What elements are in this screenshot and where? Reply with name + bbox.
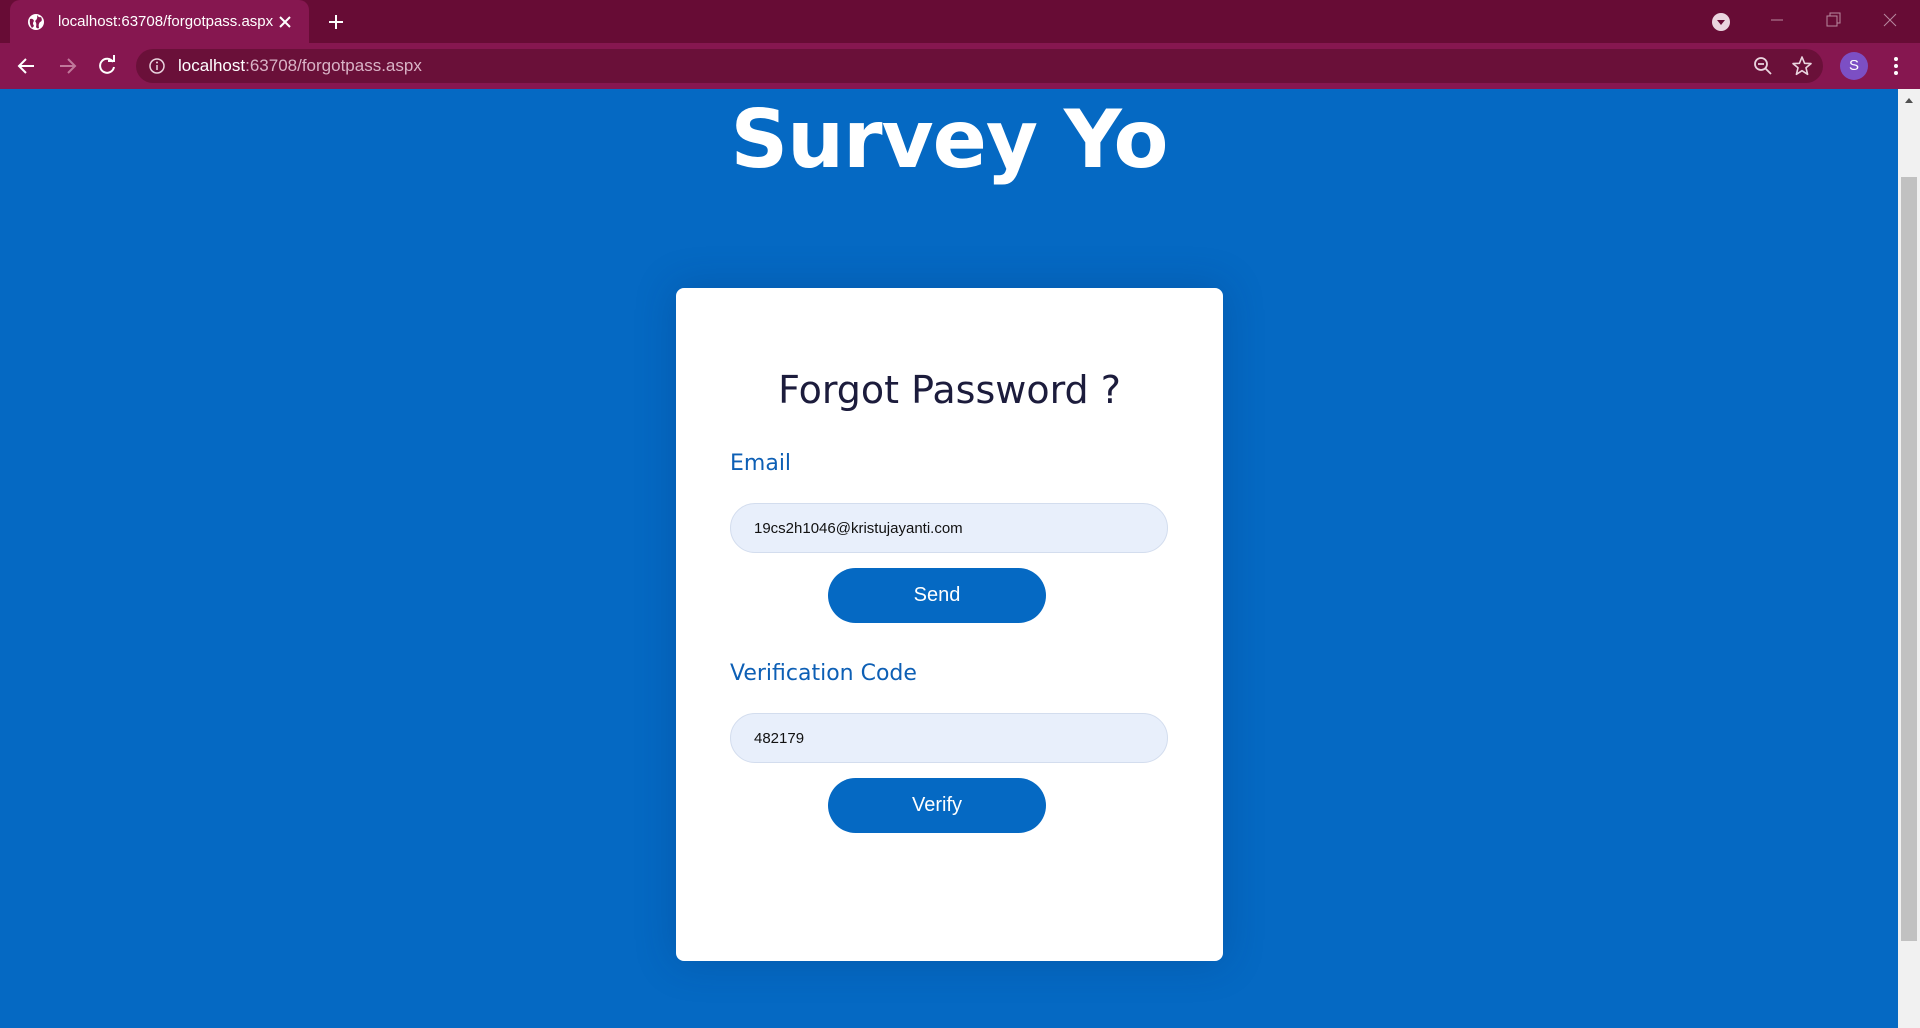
verify-button[interactable]: Verify (828, 778, 1046, 833)
close-icon[interactable] (275, 12, 295, 32)
email-label: Email (730, 451, 792, 476)
url-text[interactable]: localhost:63708/forgotpass.aspx (178, 56, 422, 76)
site-logo-text: Survey Yo (730, 93, 1169, 186)
active-tab[interactable]: localhost:63708/forgotpass.aspx (10, 0, 309, 43)
tab-search-icon[interactable] (1709, 10, 1733, 34)
back-arrow-icon[interactable] (14, 53, 40, 79)
restore-icon[interactable] (1821, 8, 1845, 32)
window-close-icon[interactable] (1878, 8, 1902, 32)
star-icon[interactable] (1791, 55, 1813, 77)
globe-icon (28, 13, 44, 30)
avatar[interactable]: S (1840, 52, 1868, 80)
tab-strip: localhost:63708/forgotpass.aspx (0, 0, 1920, 43)
send-button[interactable]: Send (828, 568, 1046, 623)
scrollbar[interactable] (1898, 89, 1920, 1028)
info-icon[interactable] (148, 57, 166, 75)
minimize-icon[interactable] (1765, 8, 1789, 32)
forward-arrow-icon[interactable] (54, 53, 80, 79)
kebab-menu-icon[interactable] (1883, 53, 1909, 79)
verification-code-field[interactable] (730, 713, 1168, 763)
verification-code-label: Verification Code (730, 661, 917, 686)
email-field[interactable] (730, 503, 1168, 553)
forgot-password-card: Forgot Password ? Email Send Verificatio… (676, 288, 1223, 961)
reload-icon[interactable] (94, 53, 120, 79)
address-bar[interactable]: localhost:63708/forgotpass.aspx (136, 49, 1823, 83)
scrollbar-thumb[interactable] (1901, 177, 1917, 941)
plus-icon[interactable] (324, 10, 348, 34)
zoom-icon[interactable] (1752, 55, 1774, 77)
toolbar: localhost:63708/forgotpass.aspx S (0, 43, 1920, 89)
tab-title: localhost:63708/forgotpass.aspx (58, 13, 274, 30)
page-title: Forgot Password ? (778, 368, 1121, 412)
scroll-up-arrow-icon[interactable] (1903, 94, 1915, 106)
